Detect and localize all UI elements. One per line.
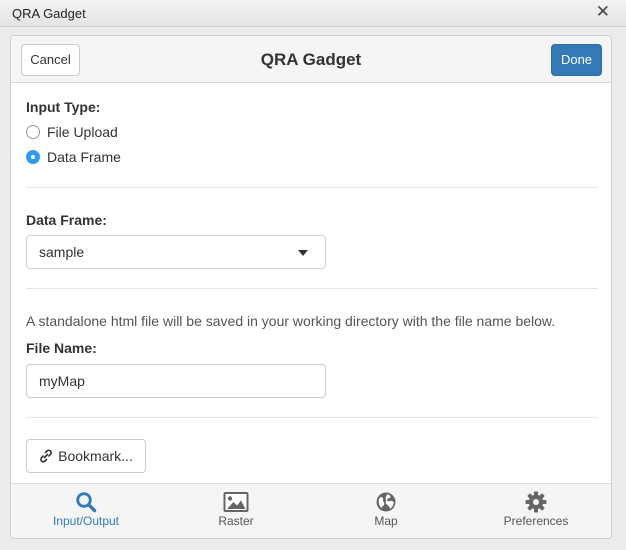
gadget-panel: Cancel QRA Gadget Done Input Type: File …: [10, 35, 612, 539]
tab-preferences-label: Preferences: [503, 514, 569, 528]
tab-raster[interactable]: Raster: [161, 484, 311, 538]
input-type-label: Input Type:: [26, 99, 101, 115]
radio-data-frame[interactable]: Data Frame: [26, 148, 121, 166]
tab-preferences[interactable]: Preferences: [461, 484, 611, 538]
image-icon: [161, 491, 311, 513]
radio-file-upload-circle[interactable]: [26, 125, 40, 139]
radio-file-upload[interactable]: File Upload: [26, 123, 118, 141]
radio-data-frame-circle[interactable]: [26, 150, 40, 164]
globe-icon: [311, 491, 461, 513]
tab-map[interactable]: Map: [311, 484, 461, 538]
data-frame-selected-value: sample: [39, 244, 85, 260]
file-help-text: A standalone html file will be saved in …: [26, 313, 556, 329]
window-titlebar: QRA Gadget ✕: [0, 0, 626, 27]
divider: [26, 417, 598, 418]
gadget-title: QRA Gadget: [260, 50, 362, 69]
radio-data-frame-label: Data Frame: [47, 149, 121, 165]
bookmark-button[interactable]: Bookmark...: [26, 439, 146, 473]
done-button[interactable]: Done: [551, 44, 602, 76]
gear-icon: [461, 491, 611, 513]
caret-down-icon: [298, 250, 308, 256]
file-name-input[interactable]: [26, 364, 326, 398]
tab-input-output-label: Input/Output: [52, 514, 120, 528]
data-frame-label: Data Frame:: [26, 212, 107, 228]
tab-input-output[interactable]: Input/Output: [11, 484, 161, 538]
search-icon: [11, 491, 161, 513]
window-close-icon[interactable]: ✕: [596, 3, 610, 21]
bookmark-label: Bookmark...: [58, 448, 133, 464]
divider: [26, 187, 598, 188]
link-icon: [39, 449, 53, 463]
radio-file-upload-label: File Upload: [47, 124, 118, 140]
gadget-header: Cancel QRA Gadget Done: [11, 36, 611, 83]
bottom-tabbar: Input/Output Raster Map Preferences: [11, 483, 611, 538]
window-title: QRA Gadget: [12, 6, 86, 21]
tab-map-label: Map: [374, 514, 398, 528]
divider: [26, 288, 598, 289]
file-name-label: File Name:: [26, 340, 97, 356]
data-frame-select[interactable]: sample: [26, 235, 326, 269]
tab-raster-label: Raster: [218, 514, 254, 528]
